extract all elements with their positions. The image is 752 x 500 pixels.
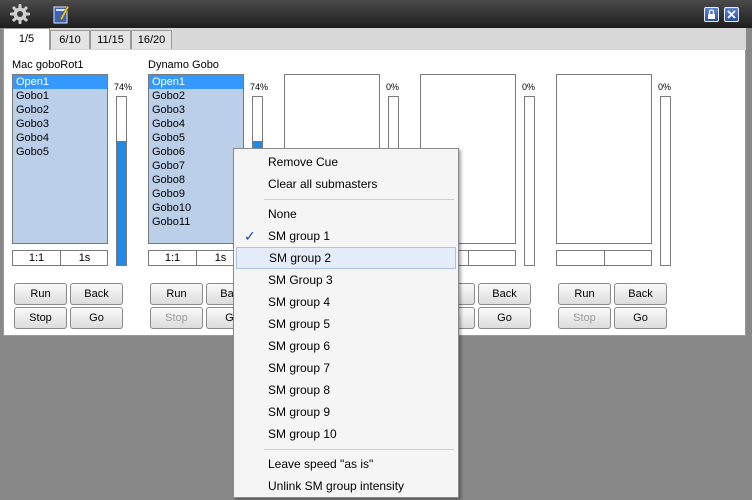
gobo-list-item[interactable]: Gobo9 (149, 187, 243, 201)
run-button[interactable]: Run (14, 283, 67, 305)
menu-item-sm-group-6[interactable]: SM group 6 (236, 335, 456, 357)
timing-ratio[interactable]: 1:1 (13, 251, 60, 265)
menu-item-remove-cue[interactable]: Remove Cue (236, 151, 456, 173)
timing-ratio[interactable] (557, 251, 604, 265)
lock-icon[interactable] (704, 7, 719, 22)
menu-item-label: Remove Cue (268, 155, 339, 169)
notebook-icon[interactable] (50, 3, 72, 25)
menu-item-leave-speed-as-is[interactable]: Leave speed "as is" (236, 453, 456, 475)
menu-item-label: SM group 1 (268, 229, 331, 243)
menu-item-label: Unlink SM group intensity (268, 479, 405, 493)
level-slider[interactable] (660, 96, 671, 266)
stop-button[interactable]: Stop (14, 307, 67, 329)
fixture-column-1: Mac goboRot1 Open1 Gobo1 Gobo2 Gobo3 Gobo4 Gob… (12, 50, 144, 336)
menu-item-label: SM group 4 (268, 295, 331, 309)
checkmark-icon: ✓ (244, 228, 256, 244)
menu-item-sm-group-4[interactable]: SM group 4 (236, 291, 456, 313)
menu-separator (264, 449, 454, 450)
level-percent: 0% (522, 82, 536, 92)
timing-speed[interactable] (468, 251, 516, 265)
menu-item-clear-all-submasters[interactable]: Clear all submasters (236, 173, 456, 195)
menu-item-sm-group-3[interactable]: SM Group 3 (236, 269, 456, 291)
menu-item-label: None (268, 207, 297, 221)
level-slider[interactable] (524, 96, 535, 266)
timing-display: 1:1 1s (148, 250, 244, 266)
gobo-list-item[interactable]: Gobo3 (13, 117, 107, 131)
level-percent: 74% (114, 82, 133, 92)
tab-11-15[interactable]: 11/15 (90, 30, 131, 49)
gobo-list[interactable] (556, 74, 652, 244)
gobo-list-item[interactable]: Gobo5 (149, 131, 243, 145)
menu-item-sm-group-1[interactable]: ✓ SM group 1 (236, 225, 456, 247)
gobo-list-item[interactable]: Gobo7 (149, 159, 243, 173)
menu-item-sm-group-8[interactable]: SM group 8 (236, 379, 456, 401)
close-icon[interactable] (724, 7, 739, 22)
stop-button[interactable]: Stop (558, 307, 611, 329)
fixture-name: Dynamo Gobo (148, 59, 219, 71)
tab-6-10[interactable]: 6/10 (50, 30, 90, 49)
level-percent: 74% (250, 82, 269, 92)
timing-speed[interactable]: 1s (60, 251, 108, 265)
context-menu: Remove Cue Clear all submasters None ✓ SM gr… (233, 148, 459, 498)
menu-item-none[interactable]: None (236, 203, 456, 225)
menu-item-label: SM group 5 (268, 317, 331, 331)
menu-item-label: SM Group 3 (268, 273, 333, 287)
gobo-list-item[interactable]: Gobo4 (13, 131, 107, 145)
fixture-name: Mac goboRot1 (12, 59, 84, 71)
level-percent: 0% (658, 82, 672, 92)
gobo-list[interactable]: Open1 Gobo1 Gobo2 Gobo3 Gobo4 Gobo5 (12, 74, 108, 244)
menu-separator (264, 199, 454, 200)
menu-item-sm-group-10[interactable]: SM group 10 (236, 423, 456, 445)
back-button[interactable]: Back (70, 283, 123, 305)
back-button[interactable]: Back (478, 283, 531, 305)
menu-item-label: Clear all submasters (268, 177, 378, 191)
go-button[interactable]: Go (478, 307, 531, 329)
page-tab-strip: 1/5 6/10 11/15 16/20 (3, 28, 746, 51)
menu-item-sm-group-7[interactable]: SM group 7 (236, 357, 456, 379)
menu-item-label: SM group 7 (268, 361, 331, 375)
gobo-list[interactable]: Open1 Gobo2 Gobo3 Gobo4 Gobo5 Gobo6 Gobo7 Gobo8… (148, 74, 244, 244)
gobo-list-item[interactable]: Gobo2 (149, 89, 243, 103)
gobo-list-item[interactable]: Gobo6 (149, 145, 243, 159)
menu-item-label: SM group 6 (268, 339, 331, 353)
timing-display: 1:1 1s (12, 250, 108, 266)
gobo-list-item[interactable]: Gobo11 (149, 215, 243, 229)
gear-icon[interactable] (9, 3, 31, 25)
gobo-list-item[interactable]: Open1 (13, 75, 107, 89)
gobo-list-item[interactable]: Gobo5 (13, 145, 107, 159)
menu-item-label: SM group 10 (268, 427, 337, 441)
level-slider[interactable] (116, 96, 127, 266)
level-fill (117, 140, 126, 265)
gobo-list-item[interactable]: Gobo10 (149, 201, 243, 215)
level-percent: 0% (386, 82, 400, 92)
tab-16-20[interactable]: 16/20 (131, 30, 172, 49)
gobo-list-item[interactable]: Gobo1 (13, 89, 107, 103)
menu-item-label: SM group 2 (269, 251, 332, 265)
gobo-list-item[interactable]: Gobo3 (149, 103, 243, 117)
menu-item-label: SM group 9 (268, 405, 331, 419)
go-button[interactable]: Go (614, 307, 667, 329)
go-button[interactable]: Go (70, 307, 123, 329)
timing-display (556, 250, 652, 266)
menu-item-label: SM group 8 (268, 383, 331, 397)
gobo-list-item[interactable]: Gobo2 (13, 103, 107, 117)
back-button[interactable]: Back (614, 283, 667, 305)
menu-item-sm-group-2[interactable]: SM group 2 (236, 247, 456, 269)
gobo-list-item[interactable]: Gobo8 (149, 173, 243, 187)
fixture-column-5: 0% Run Back Stop Go (556, 50, 688, 336)
run-button[interactable]: Run (558, 283, 611, 305)
menu-item-sm-group-5[interactable]: SM group 5 (236, 313, 456, 335)
timing-speed[interactable] (604, 251, 652, 265)
menu-item-label: Leave speed "as is" (268, 457, 374, 471)
stop-button[interactable]: Stop (150, 307, 203, 329)
menu-item-unlink-sm-group-intensity[interactable]: Unlink SM group intensity (236, 475, 456, 497)
gobo-list-item[interactable]: Open1 (149, 75, 243, 89)
title-bar (0, 0, 752, 28)
tab-1-5[interactable]: 1/5 (3, 28, 50, 50)
gobo-list-item[interactable]: Gobo4 (149, 117, 243, 131)
run-button[interactable]: Run (150, 283, 203, 305)
menu-item-sm-group-9[interactable]: SM group 9 (236, 401, 456, 423)
timing-ratio[interactable]: 1:1 (149, 251, 196, 265)
